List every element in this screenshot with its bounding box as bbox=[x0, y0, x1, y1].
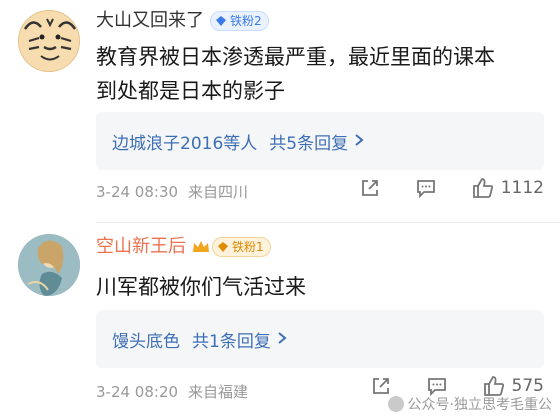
comment-text: 教育界被日本渗透最严重，最近里面的课本 到处都是日本的影子 bbox=[96, 40, 542, 108]
like-count: 1112 bbox=[500, 178, 544, 198]
comment-location: 来自四川 bbox=[188, 183, 249, 201]
crown-icon bbox=[193, 241, 209, 252]
mermaid-avatar-icon bbox=[18, 234, 80, 296]
reply-names[interactable]: 边城浪子2016等人 bbox=[112, 129, 257, 154]
share-icon bbox=[361, 180, 378, 196]
avatar[interactable] bbox=[18, 234, 80, 296]
avatar[interactable] bbox=[18, 10, 80, 72]
username[interactable]: 空山新王后 铁粉1 bbox=[96, 234, 271, 260]
fan-badge-label: 铁粉1 bbox=[232, 240, 264, 254]
comment-item: 空山新王后 铁粉1 川军都被你们气活过来 馒头底色 共1条回复 3-24 08:2… bbox=[0, 224, 560, 420]
comment-button[interactable] bbox=[415, 177, 437, 199]
chevron-right-icon[interactable] bbox=[354, 132, 364, 151]
reply-names[interactable]: 馒头底色 bbox=[112, 327, 180, 352]
replies-preview[interactable]: 边城浪子2016等人 共5条回复 bbox=[96, 112, 544, 170]
diamond-icon bbox=[216, 16, 226, 26]
comment-actions: 1112 bbox=[325, 176, 544, 200]
like-count: 575 bbox=[511, 376, 544, 396]
comment-text-line: 教育界被日本渗透最严重，最近里面的课本 bbox=[96, 45, 495, 69]
username[interactable]: 大山又回来了 铁粉2 bbox=[96, 8, 269, 34]
thumbs-up-icon bbox=[472, 178, 493, 198]
comment-meta: 3-24 08:30 来自四川 bbox=[96, 181, 258, 202]
comment-text-line: 川军都被你们气活过来 bbox=[96, 275, 306, 299]
comment-text-line: 到处都是日本的影子 bbox=[96, 79, 285, 103]
chevron-right-icon[interactable] bbox=[277, 330, 287, 349]
like-button[interactable]: 1112 bbox=[471, 176, 544, 200]
wechat-icon bbox=[387, 396, 404, 412]
comment-date: 3-24 08:30 bbox=[96, 183, 179, 201]
diamond-icon bbox=[218, 242, 228, 252]
reply-count[interactable]: 共1条回复 bbox=[192, 327, 271, 352]
reply-count[interactable]: 共5条回复 bbox=[269, 129, 348, 154]
watermark-text: 公众号·独立思考毛重公 bbox=[407, 397, 552, 413]
fan-badge[interactable]: 铁粉1 bbox=[212, 237, 271, 257]
watermark: 公众号·独立思考毛重公 bbox=[387, 394, 552, 414]
comment-date: 3-24 08:20 bbox=[96, 383, 179, 401]
username-text[interactable]: 空山新王后 bbox=[96, 236, 186, 257]
comment-location: 来自福建 bbox=[188, 383, 249, 401]
share-button[interactable] bbox=[359, 177, 381, 199]
username-text[interactable]: 大山又回来了 bbox=[96, 10, 204, 31]
comment-meta: 3-24 08:20 来自福建 bbox=[96, 381, 258, 402]
divider bbox=[96, 222, 560, 223]
comment-item: 大山又回来了 铁粉2 教育界被日本渗透最严重，最近里面的课本 到处都是日本的影子 … bbox=[0, 0, 560, 222]
fan-badge[interactable]: 铁粉2 bbox=[210, 11, 269, 31]
comment-icon bbox=[416, 180, 435, 199]
replies-preview[interactable]: 馒头底色 共1条回复 bbox=[96, 310, 544, 368]
tiger-avatar-icon bbox=[19, 11, 79, 71]
comment-text: 川军都被你们气活过来 bbox=[96, 270, 542, 304]
fan-badge-label: 铁粉2 bbox=[230, 14, 262, 28]
